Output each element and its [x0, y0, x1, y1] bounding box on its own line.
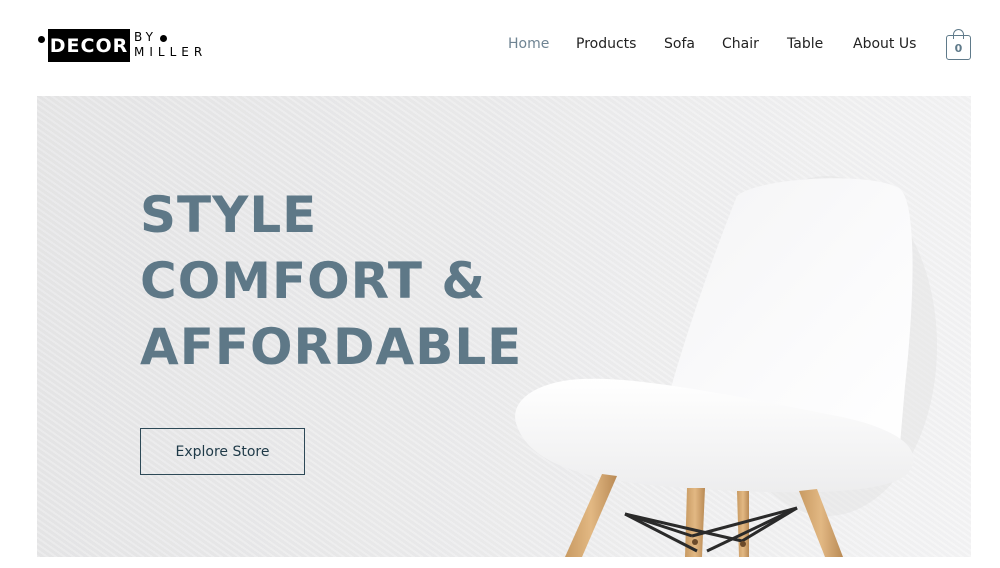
headline-line: AFFORDABLE: [140, 318, 523, 376]
cart-button[interactable]: 0: [946, 29, 971, 60]
explore-store-button[interactable]: Explore Store: [140, 428, 305, 475]
nav-item-chair[interactable]: Chair: [722, 36, 759, 52]
nav-item-sofa[interactable]: Sofa: [664, 36, 695, 52]
main-nav: Home Products Sofa Chair Table About Us: [0, 36, 1000, 56]
nav-item-products[interactable]: Products: [576, 36, 636, 52]
site-header: DECOR BY MILLER Home Products Sofa Chair…: [0, 0, 1000, 92]
hero-banner: STYLE COMFORT & AFFORDABLE Explore Store: [37, 96, 971, 557]
hero-headline: STYLE COMFORT & AFFORDABLE: [140, 182, 560, 380]
nav-item-about-us[interactable]: About Us: [853, 36, 916, 52]
cart-count: 0: [946, 35, 971, 60]
headline-line: STYLE: [140, 186, 318, 244]
nav-item-table[interactable]: Table: [787, 36, 823, 52]
nav-item-home[interactable]: Home: [508, 36, 549, 52]
headline-line: COMFORT &: [140, 252, 486, 310]
